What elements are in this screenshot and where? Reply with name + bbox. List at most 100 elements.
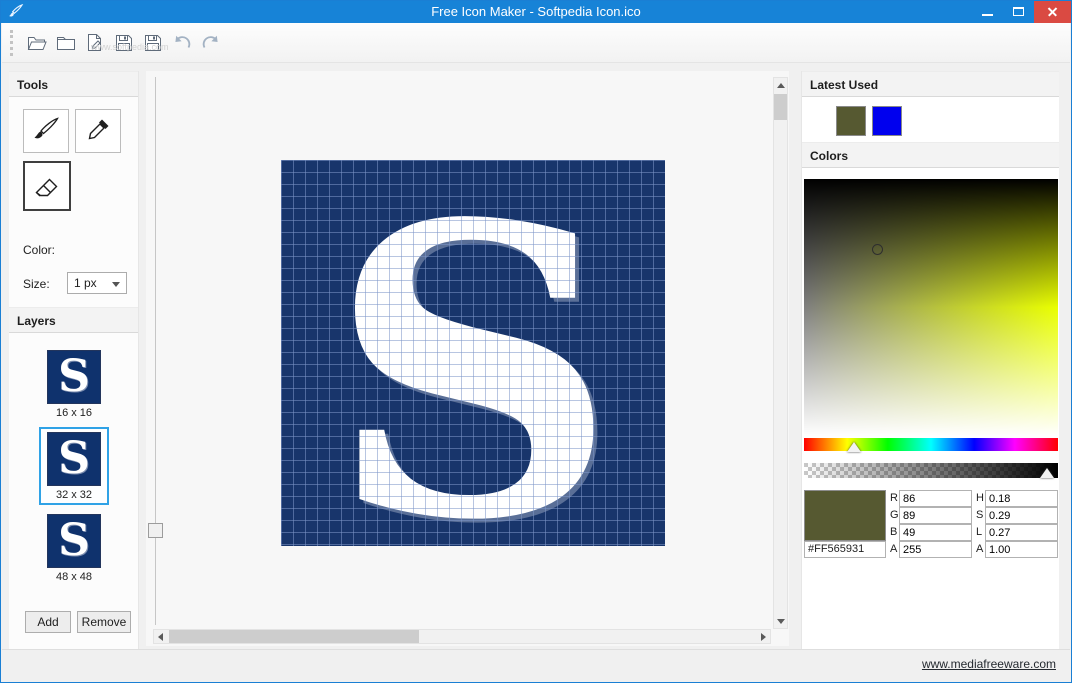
scroll-up-button[interactable] [774,78,787,92]
scroll-down-button[interactable] [774,614,787,628]
arrow-left-icon [158,633,163,641]
undo-button[interactable] [167,28,196,58]
maximize-icon [1013,7,1024,16]
layers-header: Layers [9,307,138,333]
tools-layers-panel: Tools [9,71,139,649]
layer-item-32[interactable]: S 32 x 32 [39,427,109,505]
hue-slider[interactable] [804,438,1058,451]
window-controls [972,1,1071,23]
brush-tool-button[interactable] [23,109,69,153]
tools-header: Tools [9,71,138,97]
alpha-hsl-label: A [976,541,985,558]
size-label: Size: [23,277,50,291]
layer-size-label: 32 x 32 [41,489,107,501]
toolbar-grip[interactable] [10,30,13,56]
layer-thumbnail: S [47,350,101,404]
layer-item-48[interactable]: S 48 x 48 [39,509,109,587]
eraser-tool-button[interactable] [23,161,71,211]
add-layer-button[interactable]: Add [25,611,71,633]
zoom-slider-track[interactable] [155,77,156,625]
hue-slider-handle[interactable] [847,442,861,452]
icon-pixel-canvas[interactable]: S [281,160,665,546]
open-button[interactable] [22,28,51,58]
size-dropdown[interactable]: 1 px [67,272,127,294]
color-label: Color: [23,243,55,257]
save-as-button[interactable] [138,28,167,58]
horizontal-scrollbar[interactable] [153,629,771,644]
folder-icon [56,35,76,51]
alpha-slider-handle[interactable] [1040,468,1054,478]
sv-picker-handle[interactable] [872,244,883,255]
app-window: Free Icon Maker - Softpedia Icon.ico [0,0,1072,683]
green-label: G [890,507,899,524]
floppy-as-icon [144,34,162,52]
vertical-scroll-thumb[interactable] [774,94,787,120]
current-color-swatch [804,490,886,541]
close-button[interactable] [1034,1,1071,23]
toolbar [2,23,1070,63]
layer-size-label: 48 x 48 [41,571,107,583]
horizontal-scroll-thumb[interactable] [169,630,419,643]
vertical-scrollbar[interactable] [773,77,788,629]
latest-swatch-blue[interactable] [872,106,902,136]
color-detail: #FF565931 R H G S B L A [804,490,1058,558]
size-value: 1 px [74,276,97,290]
minimize-button[interactable] [972,1,1003,23]
eyedropper-tool-button[interactable] [75,109,121,153]
eraser-icon [31,169,63,204]
window-title: Free Icon Maker - Softpedia Icon.ico [1,1,1071,23]
titlebar[interactable]: Free Icon Maker - Softpedia Icon.ico [1,1,1071,23]
new-edit-button[interactable] [80,28,109,58]
red-label: R [890,490,899,507]
scroll-right-button[interactable] [757,630,770,644]
floppy-icon [115,34,133,52]
status-bar: www.mediafreeware.com [2,649,1070,682]
layer-thumbnail: S [47,514,101,568]
thumbnail-letter: S [58,355,90,399]
green-input[interactable] [899,507,972,524]
zoom-slider-thumb[interactable] [148,523,163,538]
colors-header: Colors [802,142,1059,168]
open-alt-button[interactable] [51,28,80,58]
hue-label: H [976,490,985,507]
alpha-slider[interactable] [804,463,1058,478]
latest-used-swatches [802,98,1059,142]
alpha-input[interactable] [899,541,972,558]
blue-input[interactable] [899,524,972,541]
hue-input[interactable] [985,490,1058,507]
save-button[interactable] [109,28,138,58]
saturation-label: S [976,507,985,524]
page-pencil-icon [86,33,104,52]
pixel-grid-lines [281,160,665,546]
scroll-left-button[interactable] [154,630,167,644]
maximize-button[interactable] [1003,1,1034,23]
brush-icon [31,115,61,148]
arrow-down-icon [777,619,785,624]
layer-thumbnail: S [47,432,101,486]
arrow-up-icon [777,83,785,88]
remove-layer-button[interactable]: Remove [77,611,131,633]
layer-size-label: 16 x 16 [41,407,107,419]
lightness-input[interactable] [985,524,1058,541]
alpha-label: A [890,541,899,558]
minimize-icon [982,14,993,16]
undo-icon [172,34,192,51]
mediafreeware-link[interactable]: www.mediafreeware.com [922,657,1056,671]
chevron-down-icon [112,282,120,287]
editor-canvas-area: S [146,71,789,646]
hex-value-box[interactable]: #FF565931 [804,541,886,558]
arrow-right-icon [761,633,766,641]
latest-swatch-olive[interactable] [836,106,866,136]
saturation-lightness-field[interactable] [804,179,1058,436]
thumbnail-letter: S [58,437,90,481]
layer-item-16[interactable]: S 16 x 16 [39,345,109,423]
saturation-input[interactable] [985,507,1058,524]
redo-button[interactable] [196,28,225,58]
alpha-hsl-input[interactable] [985,541,1058,558]
latest-used-header: Latest Used [802,71,1059,97]
colors-panel: Latest Used Colors #FF565931 R H G [801,71,1059,649]
lightness-label: L [976,524,985,541]
red-input[interactable] [899,490,972,507]
thumbnail-letter: S [58,519,90,563]
redo-icon [201,34,221,51]
